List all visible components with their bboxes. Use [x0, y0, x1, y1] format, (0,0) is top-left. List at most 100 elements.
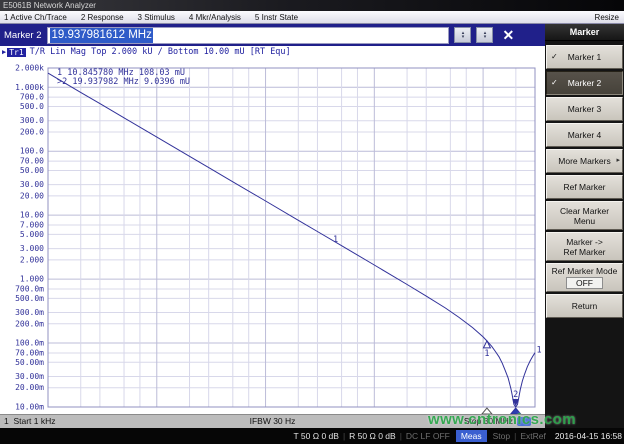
y-tick-label: 100.0	[20, 147, 44, 156]
softkey-label-line2: Menu	[574, 216, 595, 226]
y-tick-label: 30.00m	[15, 372, 44, 381]
softkey-marker-3[interactable]: Marker 3	[546, 97, 623, 121]
svg-text:2: 2	[513, 390, 518, 400]
svg-text:1: 1	[484, 349, 489, 359]
trace-info-bar[interactable]: ▶ Tr1 T/R Lin Mag Top 2.000 kU / Bottom …	[0, 46, 545, 58]
trace-tr1: 11	[48, 73, 542, 407]
y-tick-label: 70.00	[20, 157, 44, 166]
softkey-label: Marker 1	[568, 52, 602, 62]
softkey-value: OFF	[566, 277, 603, 289]
y-tick-label: 5.000	[20, 230, 44, 239]
stepper-fine-icon[interactable]: ▴▾	[476, 27, 493, 43]
marker-value-selected-text: 19.937981612 MHz	[50, 28, 152, 43]
softkey-buttons: ✓ Marker 1 ✓ Marker 2 Marker 3 Marker 4 More M…	[545, 41, 624, 318]
menu-item-3[interactable]: 3 Stimulus	[138, 13, 175, 22]
y-tick-label: 200.0m	[15, 319, 44, 328]
softkey-label: Return	[572, 301, 598, 311]
softkey-label: Marker 2	[568, 78, 602, 88]
plot-svg[interactable]: 2.000k1.000k700.0500.0300.0200.0100.070.…	[0, 58, 545, 414]
window-titlebar[interactable]: E5061B Network Analyzer	[0, 0, 624, 11]
softkey-label: Marker 3	[568, 104, 602, 114]
softkey-more-markers[interactable]: More Markers ▸	[546, 149, 623, 173]
marker-entry-bar: Marker 2 19.937981612 MHz ▴▾ ▴▾ ✕	[0, 24, 545, 46]
softkey-label: Marker 4	[568, 130, 602, 140]
status-datetime: 2016-04-15 16:58	[555, 431, 622, 441]
softkey-label: Marker ->	[566, 237, 603, 247]
trace-format-text: T/R Lin Mag Top 2.000 kU / Bottom 10.00 …	[30, 47, 291, 57]
y-tick-label: 50.00m	[15, 358, 44, 367]
y-tick-label: 50.00	[20, 166, 44, 175]
stop-frequency-label: Stop 30 MHz	[464, 416, 513, 426]
softkey-marker-1[interactable]: ✓ Marker 1	[546, 45, 623, 69]
softkey-ref-marker-mode[interactable]: Ref Marker ModeOFF	[546, 263, 623, 292]
ifbw-label: IFBW 30 Hz	[250, 416, 296, 426]
y-tick-label: 100.0m	[15, 339, 44, 348]
status-segment-dc-lf-off: DC LF OFF	[402, 431, 454, 441]
y-tick-label: 300.0m	[15, 308, 44, 317]
y-tick-label: 70.00m	[15, 348, 44, 357]
marker-entry-label: Marker 2	[4, 30, 41, 41]
menu-item-4[interactable]: 4 Mkr/Analysis	[189, 13, 241, 22]
y-tick-label: 1.000k	[15, 83, 44, 92]
softkey-ref-marker[interactable]: Ref Marker	[546, 175, 623, 199]
y-tick-label: 200.0	[20, 127, 44, 136]
window-title: E5061B Network Analyzer	[3, 1, 96, 10]
marker-value-input[interactable]: 19.937981612 MHz	[47, 27, 449, 44]
softkey-clear-marker[interactable]: Clear MarkerMenu	[546, 201, 623, 230]
stepper-up-down-icon[interactable]: ▴▾	[454, 27, 471, 43]
status-segment-extref: ExtRef	[516, 431, 550, 441]
menu-bar: 1 Active Ch/Trace 2 Response 3 Stimulus 4 M…	[0, 11, 624, 24]
y-tick-label: 500.0m	[15, 294, 44, 303]
y-tick-label: 500.0	[20, 102, 44, 111]
analyzer-screen: Marker 2 19.937981612 MHz ▴▾ ▴▾ ✕ ▶ Tr1 …	[0, 24, 545, 428]
softkey-return[interactable]: Return	[546, 294, 623, 318]
y-tick-label: 300.0	[20, 116, 44, 125]
menu-items: 1 Active Ch/Trace 2 Response 3 Stimulus 4 M…	[4, 13, 312, 22]
close-icon[interactable]: ✕	[502, 28, 514, 42]
y-tick-label: 30.00	[20, 180, 44, 189]
softkey-label: Ref Marker	[563, 182, 605, 192]
status-bar: T 50 Ω 0 dB|R 50 Ω 0 dB|DC LF OFFMeasSto…	[0, 428, 624, 444]
y-tick-label: 3.000	[20, 244, 44, 253]
menu-item-2[interactable]: 2 Response	[81, 13, 124, 22]
status-segment-t-50-0-db: T 50 Ω 0 dB	[290, 431, 343, 441]
y-tick-label: 20.00	[20, 191, 44, 200]
softkey-label: Clear Marker	[560, 206, 609, 216]
y-tick-label: 700.0	[20, 93, 44, 102]
softkey-label: More Markers	[558, 156, 610, 166]
y-tick-label: 20.00m	[15, 383, 44, 392]
submenu-arrow-icon: ▸	[616, 156, 620, 166]
trace-badge: Tr1	[7, 48, 25, 57]
softkey-marker-4[interactable]: Marker 4	[546, 123, 623, 147]
status-segment-meas: Meas	[456, 430, 487, 442]
resize-button[interactable]: Resize	[595, 13, 619, 22]
menu-item-5[interactable]: 5 Instr State	[255, 13, 298, 22]
start-frequency-label: 1 Start 1 kHz	[4, 416, 56, 426]
stimulus-bar: 1 Start 1 kHz IFBW 30 Hz Stop 30 MHz	[0, 414, 545, 428]
plot-area: 2.000k1.000k700.0500.0300.0200.0100.070.…	[0, 58, 545, 414]
softkey-marker-[interactable]: Marker ->Ref Marker	[546, 232, 623, 261]
softkey-marker-2[interactable]: ✓ Marker 2	[546, 71, 623, 95]
menu-item-1[interactable]: 1 Active Ch/Trace	[4, 13, 67, 22]
y-tick-label: 700.0m	[15, 285, 44, 294]
stop-indicator-badge	[517, 417, 531, 426]
status-segment-stop: Stop	[489, 431, 515, 441]
y-tick-label: 7.000	[20, 221, 44, 230]
trace-path	[48, 73, 535, 407]
trace-number-label: 1	[536, 346, 541, 356]
y-tick-label: 10.00m	[15, 403, 44, 412]
marker-readout-line: >2 19.937982 MHz 9.0396 mU	[57, 77, 190, 87]
trace-select-arrow-icon: ▶	[2, 48, 6, 56]
softkey-menu-title: Marker	[545, 24, 624, 41]
check-icon: ✓	[551, 52, 558, 62]
trace-number-label: 1	[333, 235, 338, 245]
grid: 2.000k1.000k700.0500.0300.0200.0100.070.…	[15, 64, 535, 412]
softkey-label: Ref Marker Mode	[552, 266, 618, 276]
softkey-label-line2: Ref Marker	[563, 247, 605, 257]
softkey-menu: Marker ✓ Marker 1 ✓ Marker 2 Marker 3 Marker …	[545, 24, 624, 428]
status-segment-r-50-0-db: R 50 Ω 0 dB	[345, 431, 400, 441]
y-tick-label: 10.00	[20, 211, 44, 220]
check-icon: ✓	[551, 78, 558, 88]
y-tick-label: 2.000	[20, 255, 44, 264]
marker-readout: 1 10.845780 MHz 108.03 mU>2 19.937982 MH…	[57, 68, 190, 87]
